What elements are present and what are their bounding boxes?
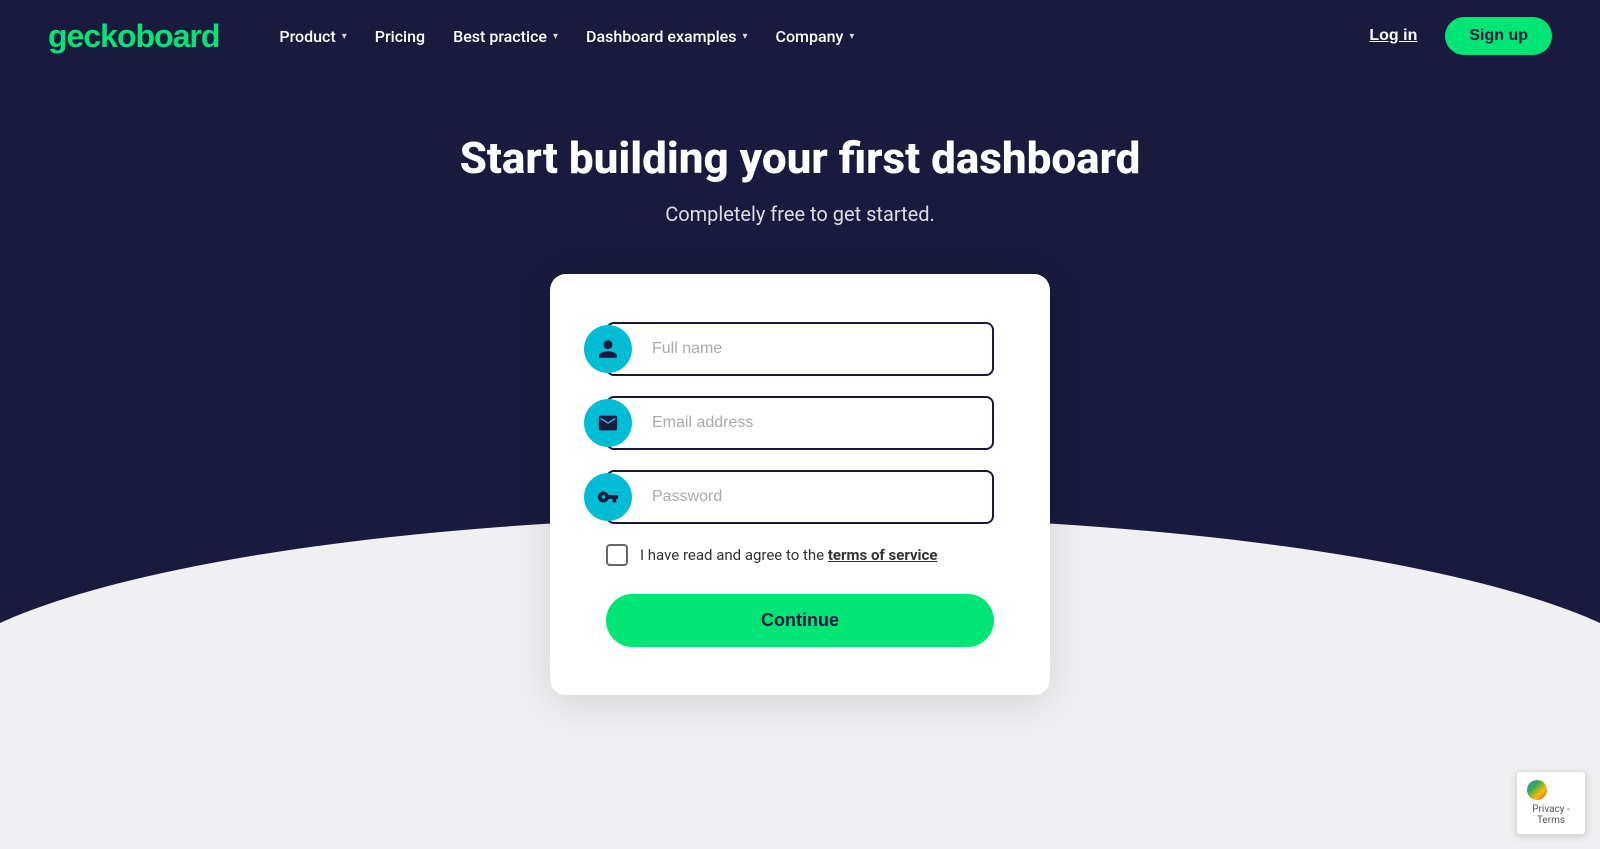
person-icon [584,325,632,373]
recaptcha-icon [1527,780,1547,800]
nav-company[interactable]: Company ▾ [764,19,867,54]
terms-label: I have read and agree to the terms of se… [640,546,937,564]
nav-best-practice[interactable]: Best practice ▾ [441,19,570,54]
nav-auth: Log in Sign up [1357,17,1552,55]
full-name-group [606,322,994,376]
nav-product[interactable]: Product ▾ [267,19,358,54]
nav-pricing[interactable]: Pricing [363,19,437,54]
logo-text: geckoboard [48,18,219,54]
chevron-down-icon: ▾ [342,31,347,42]
email-icon [584,399,632,447]
login-button[interactable]: Log in [1357,19,1429,53]
chevron-down-icon: ▾ [849,31,854,42]
chevron-down-icon: ▾ [742,31,747,42]
hero-title: Start building your first dashboard [460,132,1141,184]
hero-subtitle: Completely free to get started. [665,202,935,226]
email-input[interactable] [606,396,994,450]
continue-button[interactable]: Continue [606,594,994,647]
password-input[interactable] [606,470,994,524]
navbar: geckoboard Product ▾ Pricing Best practi… [0,0,1600,72]
terms-checkbox[interactable] [606,544,628,566]
hero-section: Start building your first dashboard Comp… [0,72,1600,735]
recaptcha-badge: Privacy - Terms [1516,771,1586,835]
email-group [606,396,994,450]
nav-dashboard-examples[interactable]: Dashboard examples ▾ [574,19,759,54]
terms-link[interactable]: terms of service [828,546,938,564]
recaptcha-text: Privacy - Terms [1532,804,1570,826]
signup-button[interactable]: Sign up [1445,17,1552,55]
chevron-down-icon: ▾ [553,31,558,42]
nav-links: Product ▾ Pricing Best practice ▾ Dashbo… [267,19,1357,54]
terms-row: I have read and agree to the terms of se… [606,544,994,566]
logo[interactable]: geckoboard [48,20,219,52]
key-icon [584,473,632,521]
full-name-input[interactable] [606,322,994,376]
signup-form-card: I have read and agree to the terms of se… [550,274,1050,695]
password-group [606,470,994,524]
